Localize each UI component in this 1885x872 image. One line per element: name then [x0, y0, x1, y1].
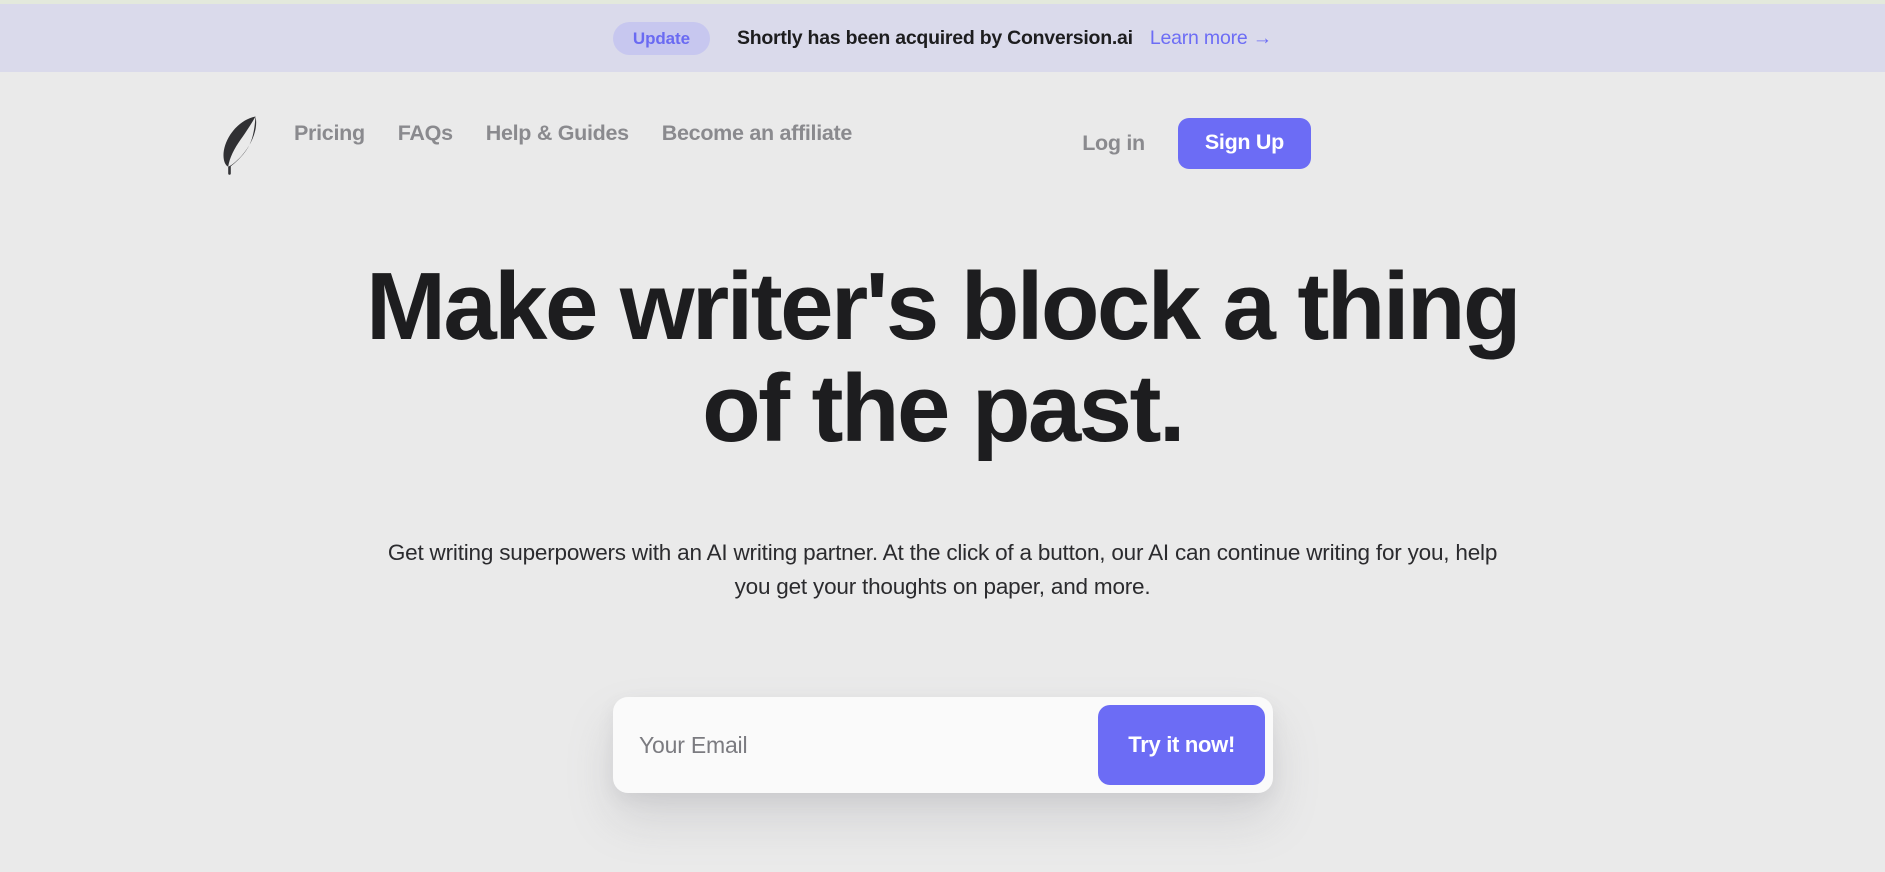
hero-headline: Make writer's block a thing of the past. — [366, 253, 1522, 462]
try-it-now-button[interactable]: Try it now! — [1098, 705, 1265, 785]
nav-account-actions: Log in Sign Up — [1082, 118, 1311, 169]
nav-link-help-guides[interactable]: Help & Guides — [486, 121, 629, 146]
main-navigation: Pricing FAQs Help & Guides Become an aff… — [0, 72, 1885, 190]
nav-link-faqs[interactable]: FAQs — [398, 121, 453, 146]
announcement-banner-content: Update Shortly has been acquired by Conv… — [612, 21, 1272, 55]
landing-page: Update Shortly has been acquired by Conv… — [0, 0, 1885, 872]
announcement-message: Shortly has been acquired by Conversion.… — [736, 26, 1133, 49]
hero-section: Make writer's block a thing of the past.… — [0, 190, 1885, 605]
learn-more-link[interactable]: Learn more → — [1150, 27, 1272, 50]
nav-link-become-an-affiliate[interactable]: Become an affiliate — [662, 121, 853, 146]
announcement-banner: Update Shortly has been acquired by Conv… — [0, 4, 1885, 72]
login-link[interactable]: Log in — [1082, 131, 1145, 156]
signup-form-card: Try it now! — [613, 697, 1273, 793]
nav-link-list: Pricing FAQs Help & Guides Become an aff… — [294, 121, 852, 146]
nav-link-pricing[interactable]: Pricing — [294, 121, 365, 146]
feather-quill-logo[interactable] — [219, 113, 265, 175]
signup-form: Try it now! — [613, 697, 1273, 793]
update-badge[interactable]: Update — [612, 21, 710, 55]
sign-up-button[interactable]: Sign Up — [1177, 118, 1311, 169]
hero-subheadline: Get writing superpowers with an AI writi… — [387, 539, 1498, 600]
